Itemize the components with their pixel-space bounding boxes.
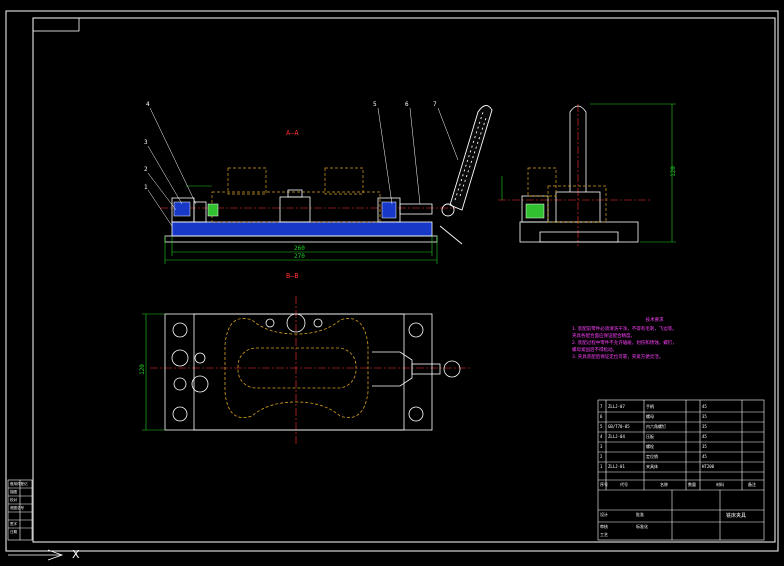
balloon-7: 7 xyxy=(433,101,437,108)
clamp-jaw xyxy=(372,351,413,387)
bom-row-no: 5 xyxy=(600,424,603,429)
nut-section xyxy=(381,201,397,219)
title-label-standard: 标准化 xyxy=(636,524,648,529)
technical-note-line: 夹具各配合面应保证配合精度。 xyxy=(572,334,635,339)
screw-hole xyxy=(265,318,275,328)
bom-row-material: 45 xyxy=(702,404,707,409)
revision-strip-cell: 签字 xyxy=(10,522,17,526)
bom-row-no: 1 xyxy=(600,464,603,469)
side-view[interactable] xyxy=(498,103,676,246)
balloon-1: 1 xyxy=(144,184,148,191)
title-label-design: 设计 xyxy=(600,512,608,517)
balloon-5: 5 xyxy=(373,101,377,108)
bom-row-name: 手柄 xyxy=(646,404,654,409)
balloon-3: 3 xyxy=(144,139,148,146)
bom-row-no: 7 xyxy=(600,404,603,409)
bolt-hole xyxy=(408,406,424,422)
bom-row-name: 内六角螺钉 xyxy=(646,424,666,429)
bom-row-material: HT200 xyxy=(702,464,715,469)
handle[interactable] xyxy=(439,105,493,245)
technical-note-line: 2. 装配过程中零件不允许磕碰，划伤和锈蚀，螺钉， xyxy=(572,341,677,346)
base-plate-section xyxy=(171,221,433,237)
balloon-2: 2 xyxy=(144,166,148,173)
title-label-process: 工艺 xyxy=(600,532,608,537)
bom-row-no: 6 xyxy=(600,414,603,419)
section-aa-label: A—A xyxy=(286,129,299,137)
bom-row-code: ZLLJ-01 xyxy=(608,464,625,469)
sheet-outer-frame xyxy=(5,10,779,552)
key-section xyxy=(207,203,219,217)
bom-header-no: 序号 xyxy=(600,482,608,487)
dimension-side: 120 xyxy=(669,166,677,177)
bom-row-material: 35 xyxy=(702,444,707,449)
pin-hole xyxy=(173,377,187,391)
revision-strip-cell: 借用件登记 xyxy=(10,482,28,486)
revision-strip-cell: 底图总号 xyxy=(10,506,24,510)
bom-row-no: 2 xyxy=(600,454,603,459)
bom-row-code: ZLLJ-04 xyxy=(608,434,625,439)
drawing-name: 铣床夹具 xyxy=(726,513,747,519)
bolt-hole xyxy=(172,322,188,338)
base-bottom xyxy=(164,235,438,243)
pin-section xyxy=(173,201,191,217)
side-hatch xyxy=(525,203,545,219)
bom-row-material: 35 xyxy=(702,414,707,419)
clamp-screw xyxy=(411,363,441,375)
pin-hole xyxy=(171,349,189,367)
screw-hole xyxy=(313,318,323,328)
revision-strip-cell: 描图 xyxy=(10,490,17,494)
bom-header-code: 代号 xyxy=(620,482,628,487)
section-bb-view[interactable] xyxy=(142,296,470,446)
balloon-4: 4 xyxy=(146,101,150,108)
technical-note-line: 3. 夹具装配后保证定位可靠，夹紧方便灵活。 xyxy=(572,355,664,360)
bom-header-material: 材料 xyxy=(716,482,724,487)
section-aa-view[interactable] xyxy=(147,105,493,264)
bom-row-name: 螺母 xyxy=(646,414,654,419)
handle-knob xyxy=(443,360,461,378)
title-block xyxy=(597,399,765,541)
drawing-number-box xyxy=(32,17,80,32)
revision-strip-cell: 日期 xyxy=(10,530,17,534)
bolt-hole xyxy=(172,406,188,422)
bom-row-no: 4 xyxy=(600,434,603,439)
dimension-overall: 270 xyxy=(294,253,305,260)
side-base-slot xyxy=(539,231,619,243)
sheet-inner-frame xyxy=(32,17,776,543)
bom-row-no: 3 xyxy=(600,444,603,449)
technical-note-line: 螺母紧固后不得松动。 xyxy=(572,348,617,353)
technical-notes-title: 技术要求 xyxy=(645,318,664,323)
ucs-x-label: X xyxy=(72,548,80,561)
dimension-inner: 260 xyxy=(294,245,305,252)
bom-row-material: 45 xyxy=(702,434,707,439)
bom-row-name: 螺栓 xyxy=(646,444,654,449)
technical-notes: 技术要求 1. 装配前零件必须清洗干净，不得有毛刺，飞边等。 夹具各配合面应保证… xyxy=(572,317,682,361)
dimension-plan: 120 xyxy=(138,364,146,375)
bom-row-name: 压板 xyxy=(646,434,654,439)
revision-strip-cell: 校对 xyxy=(10,498,17,502)
bom-row-code: GB/T70-85 xyxy=(608,424,630,429)
bom-row-material: 35 xyxy=(702,424,707,429)
workpiece-hidden-outline xyxy=(211,167,381,223)
bom-row-name: 定位销 xyxy=(646,454,658,459)
bom-header-qty: 数量 xyxy=(688,482,696,487)
bom-row-code: ZLLJ-07 xyxy=(608,404,625,409)
section-bb-label: B—B xyxy=(286,272,299,280)
bolt-hole xyxy=(408,322,424,338)
pin-hole xyxy=(194,352,206,364)
bom-row-name: 夹具体 xyxy=(646,464,658,469)
technical-note-line: 1. 装配前零件必须清洗干净，不得有毛刺，飞边等。 xyxy=(572,327,677,332)
bom-header-name: 名称 xyxy=(660,482,668,487)
bom-row-material: 45 xyxy=(702,454,707,459)
bom-header-remark: 备注 xyxy=(748,482,756,487)
title-label-check: 审核 xyxy=(600,524,608,529)
balloon-6: 6 xyxy=(405,101,409,108)
title-label-approve: 批准 xyxy=(636,512,644,517)
